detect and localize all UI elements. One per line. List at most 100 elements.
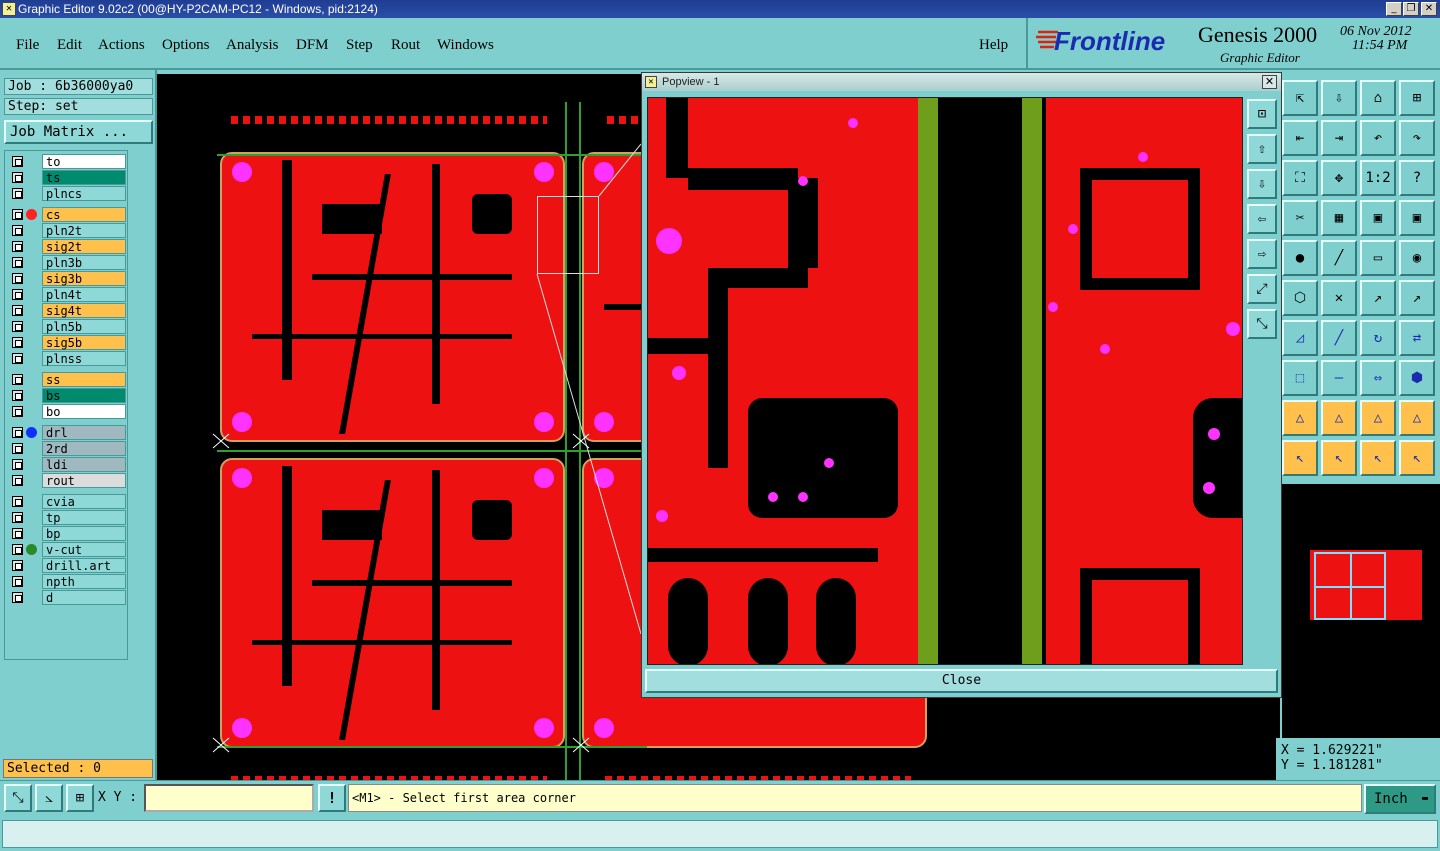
swap-icon[interactable]: ⇄: [1399, 320, 1435, 356]
layer-checkbox[interactable]: [12, 459, 23, 470]
menu-rout[interactable]: Rout: [391, 37, 420, 54]
layer-checkbox[interactable]: [12, 496, 23, 507]
minimize-button[interactable]: _: [1386, 2, 1402, 16]
layer-row-plncs[interactable]: plncs: [8, 186, 126, 201]
layer-checkbox[interactable]: [12, 560, 23, 571]
layer-row-sig5b[interactable]: sig5b: [8, 335, 126, 350]
layer-row-pln5b[interactable]: pln5b: [8, 319, 126, 334]
zoom-fit-icon[interactable]: ⊡: [1247, 99, 1277, 129]
tri2-icon[interactable]: △: [1321, 400, 1357, 436]
line-icon[interactable]: ◿: [1282, 320, 1318, 356]
layers2-icon[interactable]: ▣: [1399, 200, 1435, 236]
select4-icon[interactable]: ↖: [1399, 440, 1435, 476]
probe-icon[interactable]: ↗: [1360, 280, 1396, 316]
menu-analysis[interactable]: Analysis: [226, 37, 279, 54]
cross-icon[interactable]: ✂: [1282, 200, 1318, 236]
move-icon[interactable]: ⇱: [1282, 80, 1318, 116]
undo-icon[interactable]: ↶: [1360, 120, 1396, 156]
expand-icon[interactable]: ⤢: [1247, 274, 1277, 304]
popview-close-button[interactable]: Close: [645, 669, 1278, 693]
grid-icon[interactable]: ▦: [1321, 200, 1357, 236]
layer-checkbox[interactable]: [12, 225, 23, 236]
menu-edit[interactable]: Edit: [57, 37, 82, 54]
layer-checkbox[interactable]: [12, 289, 23, 300]
net-icon[interactable]: ⬡: [1282, 280, 1318, 316]
pad-icon[interactable]: ●: [1282, 240, 1318, 276]
layer-checkbox[interactable]: [12, 512, 23, 523]
layer-row-bs[interactable]: bs: [8, 388, 126, 403]
ruler-icon[interactable]: ▭: [1360, 240, 1396, 276]
layer-checkbox[interactable]: [12, 528, 23, 539]
select-icon[interactable]: ↖: [1282, 440, 1318, 476]
overview-map[interactable]: [1282, 484, 1440, 738]
window-close-button[interactable]: ✕: [1421, 2, 1437, 16]
layer-row-to[interactable]: to: [8, 154, 126, 169]
layer-checkbox[interactable]: [12, 390, 23, 401]
snap-icon[interactable]: ✕: [1321, 280, 1357, 316]
layer-checkbox[interactable]: [12, 241, 23, 252]
xy-input[interactable]: [144, 784, 314, 812]
fit-icon[interactable]: ⛶: [1282, 160, 1318, 196]
layer-row-ss[interactable]: ss: [8, 372, 126, 387]
zoom-up-icon[interactable]: ⇧: [1247, 134, 1277, 164]
layer-row-pln2t[interactable]: pln2t: [8, 223, 126, 238]
layer-row-npth[interactable]: npth: [8, 574, 126, 589]
help-icon[interactable]: ?: [1399, 160, 1435, 196]
layer-row-bo[interactable]: bo: [8, 404, 126, 419]
layer-checkbox[interactable]: [12, 374, 23, 385]
layer-checkbox[interactable]: [12, 576, 23, 587]
layer-row-2rd[interactable]: 2rd: [8, 441, 126, 456]
menu-options[interactable]: Options: [162, 37, 210, 54]
pan-right-icon[interactable]: ⇨: [1247, 239, 1277, 269]
layer-row-v-cut[interactable]: v-cut: [8, 542, 126, 557]
units-button[interactable]: Inch ▬: [1364, 784, 1436, 814]
shape-icon[interactable]: ⬢: [1399, 360, 1435, 396]
slash-icon[interactable]: ╱: [1321, 320, 1357, 356]
layer-row-d[interactable]: d: [8, 590, 126, 605]
command-line[interactable]: [2, 820, 1438, 848]
layers-icon[interactable]: ▣: [1360, 200, 1396, 236]
circle-icon[interactable]: ◉: [1399, 240, 1435, 276]
layer-checkbox[interactable]: [12, 156, 23, 167]
grid-toggle-icon[interactable]: ⊞: [66, 784, 94, 812]
tri-icon[interactable]: △: [1282, 400, 1318, 436]
layer-row-bp[interactable]: bp: [8, 526, 126, 541]
layer-checkbox[interactable]: [12, 353, 23, 364]
layer-checkbox[interactable]: [12, 475, 23, 486]
contract-icon[interactable]: ⤡: [1247, 309, 1277, 339]
layer-checkbox[interactable]: [12, 406, 23, 417]
draw-icon[interactable]: ╱: [1321, 240, 1357, 276]
layer-checkbox[interactable]: [12, 592, 23, 603]
right-icon[interactable]: ⇥: [1321, 120, 1357, 156]
layer-row-sig3b[interactable]: sig3b: [8, 271, 126, 286]
left-icon[interactable]: ⇤: [1282, 120, 1318, 156]
tri3-icon[interactable]: △: [1360, 400, 1396, 436]
menu-file[interactable]: File: [16, 37, 39, 54]
layer-checkbox[interactable]: [12, 305, 23, 316]
layer-row-ldi[interactable]: ldi: [8, 457, 126, 472]
layer-row-pln4t[interactable]: pln4t: [8, 287, 126, 302]
pan-left-icon[interactable]: ⇦: [1247, 204, 1277, 234]
save-icon[interactable]: ⇩: [1321, 80, 1357, 116]
layer-checkbox[interactable]: [12, 188, 23, 199]
select3-icon[interactable]: ↖: [1360, 440, 1396, 476]
layer-row-rout[interactable]: rout: [8, 473, 126, 488]
layer-row-pln3b[interactable]: pln3b: [8, 255, 126, 270]
popview-close-x-button[interactable]: ✕: [1262, 75, 1277, 89]
layer-checkbox[interactable]: [12, 273, 23, 284]
layer-row-ts[interactable]: ts: [8, 170, 126, 185]
layer-checkbox[interactable]: [12, 172, 23, 183]
zoom-area-icon[interactable]: ⤡: [4, 784, 32, 812]
home-icon[interactable]: ⌂: [1360, 80, 1396, 116]
layer-checkbox[interactable]: [12, 209, 23, 220]
tri4-icon[interactable]: △: [1399, 400, 1435, 436]
menu-help[interactable]: Help: [979, 37, 1008, 54]
redo-icon[interactable]: ↷: [1399, 120, 1435, 156]
measure-icon[interactable]: ⦣: [35, 784, 63, 812]
layer-row-plnss[interactable]: plnss: [8, 351, 126, 366]
maximize-button[interactable]: ❐: [1403, 2, 1419, 16]
layer-row-cvia[interactable]: cvia: [8, 494, 126, 509]
popview-zoom-view[interactable]: [647, 97, 1243, 665]
menu-step[interactable]: Step: [346, 37, 373, 54]
arc-icon[interactable]: ↻: [1360, 320, 1396, 356]
